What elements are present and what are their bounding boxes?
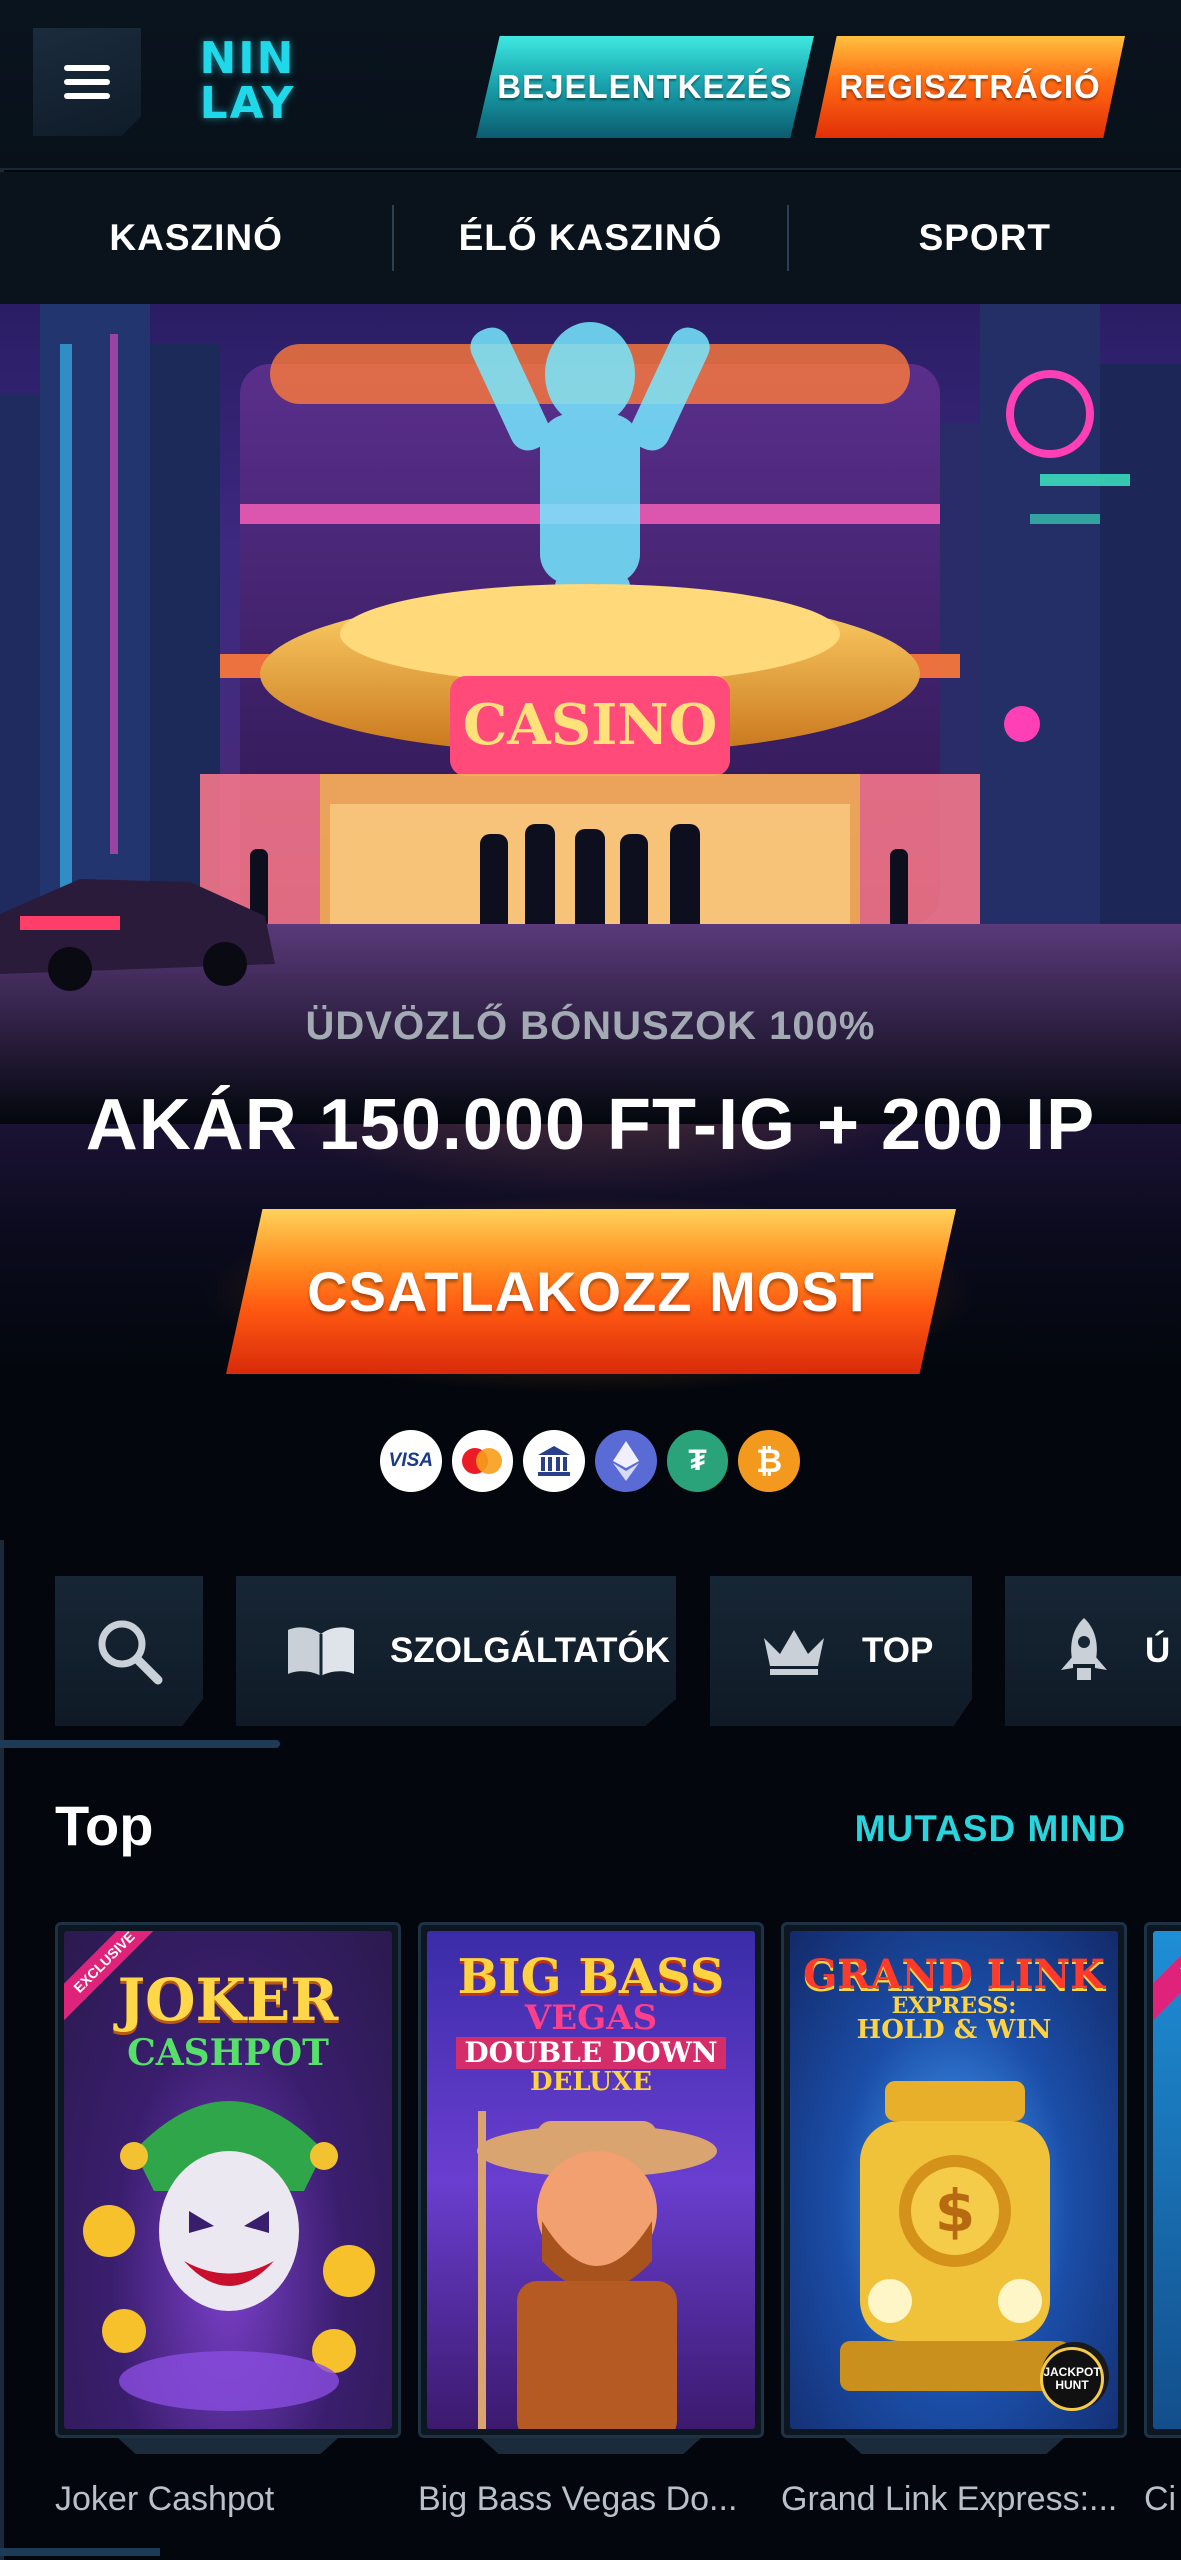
bottom-scroll-indicator <box>0 2548 160 2556</box>
visa-icon: VISA <box>379 1430 442 1492</box>
hamburger-icon <box>64 65 110 99</box>
game-thumbnail[interactable]: EXC <box>1144 1922 1181 2438</box>
game-name: Big Bass Vegas Do... <box>418 2480 738 2518</box>
hero-title: AKÁR 150.000 FT-IG + 200 IP <box>85 1085 1096 1165</box>
menu-button[interactable] <box>33 28 141 136</box>
game-art-line: DELUXE <box>530 2067 652 2097</box>
svg-text:$: $ <box>935 2177 975 2245</box>
bitcoin-icon: ₿ <box>738 1430 801 1492</box>
site-header: NIN LAY BEJELENTKEZÉS REGISZTRÁCIÓ <box>0 0 1181 170</box>
game-art-title: JOKER <box>117 1966 339 2034</box>
game-thumbnail[interactable]: BIG BASS VEGAS DOUBLE DOWN DELUXE <box>418 1922 764 2438</box>
card-tab <box>481 2438 701 2454</box>
register-button[interactable]: REGISZTRÁCIÓ <box>815 36 1125 138</box>
category-chips: SZOLGÁLTATÓK TOP Ú <box>0 1570 1181 1750</box>
chip-providers-label: SZOLGÁLTATÓK <box>390 1631 670 1670</box>
game-card[interactable]: EXCLUSIVE JOKER CASHPOT Joker Cashpot <box>55 1922 401 2519</box>
site-logo[interactable]: NIN LAY <box>185 36 310 132</box>
tab-casino[interactable]: KASZINÓ <box>0 172 392 304</box>
game-art-line: HOLD & WIN <box>856 2015 1052 2045</box>
payment-methods: VISA ₮ ₿ <box>379 1430 801 1494</box>
game-card[interactable]: BIG BASS VEGAS DOUBLE DOWN DELUXE Big Ba… <box>418 1922 764 2519</box>
jackpot-hunt-badge: JACKPOT HUNT <box>1040 2347 1104 2411</box>
show-all-link[interactable]: MUTASD MIND <box>855 1808 1126 1850</box>
games-carousel: EXCLUSIVE JOKER CASHPOT Joker Cashpot BI… <box>55 1922 1181 2522</box>
card-tab <box>118 2438 338 2454</box>
chip-new-label: Ú <box>1145 1631 1171 1670</box>
chip-top[interactable]: TOP <box>710 1576 972 1726</box>
book-icon <box>286 1624 356 1678</box>
game-thumbnail[interactable]: GRAND LINK EXPRESS: HOLD & WIN $ JACKPOT… <box>781 1922 1127 2438</box>
hero-banner[interactable]: CASINO ÜDVÖZLŐ BÓNUSZOK 100% AKÁR 150.00… <box>0 304 1181 1540</box>
rocket-icon <box>1057 1616 1111 1686</box>
logo-line-2: LAY <box>199 78 296 129</box>
game-art-line: EXPRESS: <box>891 1993 1017 2019</box>
chip-providers[interactable]: SZOLGÁLTATÓK <box>236 1576 676 1726</box>
game-art-line: VEGAS <box>524 1998 658 2038</box>
search-icon <box>94 1616 164 1686</box>
exclusive-badge: EXC <box>1153 1931 1181 2021</box>
game-card[interactable]: GRAND LINK EXPRESS: HOLD & WIN $ JACKPOT… <box>781 1922 1127 2519</box>
bank-icon <box>523 1430 585 1492</box>
chip-new[interactable]: Ú <box>1005 1576 1181 1726</box>
joker-illustration <box>83 2101 375 2411</box>
fisherman-illustration <box>477 2111 717 2429</box>
card-tab <box>844 2438 1064 2454</box>
section-title-top: Top <box>55 1794 154 1857</box>
main-nav: KASZINÓ ÉLŐ KASZINÓ SPORT <box>0 172 1181 304</box>
game-art-line: DOUBLE DOWN <box>456 2037 726 2069</box>
join-now-button[interactable]: CSATLAKOZZ MOST <box>226 1209 956 1374</box>
casino-sign-text: CASINO <box>463 692 718 758</box>
tab-sport[interactable]: SPORT <box>789 172 1181 304</box>
crown-icon <box>760 1626 828 1676</box>
game-thumbnail[interactable]: EXCLUSIVE JOKER CASHPOT <box>55 1922 401 2438</box>
login-button[interactable]: BEJELENTKEZÉS <box>476 36 814 138</box>
chips-scroll-indicator <box>0 1740 280 1748</box>
ethereum-icon <box>595 1430 657 1492</box>
game-art-title: GRAND LINK <box>803 1951 1105 1998</box>
game-art-title: BIG BASS <box>457 1949 725 2005</box>
hero-subtitle: ÜDVÖZLŐ BÓNUSZOK 100% <box>305 1004 876 1048</box>
tether-icon: ₮ <box>666 1430 729 1492</box>
game-name: Joker Cashpot <box>55 2480 275 2518</box>
mastercard-icon <box>451 1430 514 1492</box>
logo-line-1: NIN <box>199 33 296 84</box>
search-button[interactable] <box>55 1576 203 1726</box>
game-name: Grand Link Express:... <box>781 2480 1118 2518</box>
chip-top-label: TOP <box>862 1631 934 1670</box>
game-name: Ci <box>1144 2480 1177 2518</box>
game-card[interactable]: EXC Ci <box>1144 1922 1181 2519</box>
tab-live-casino[interactable]: ÉLŐ KASZINÓ <box>394 172 786 304</box>
